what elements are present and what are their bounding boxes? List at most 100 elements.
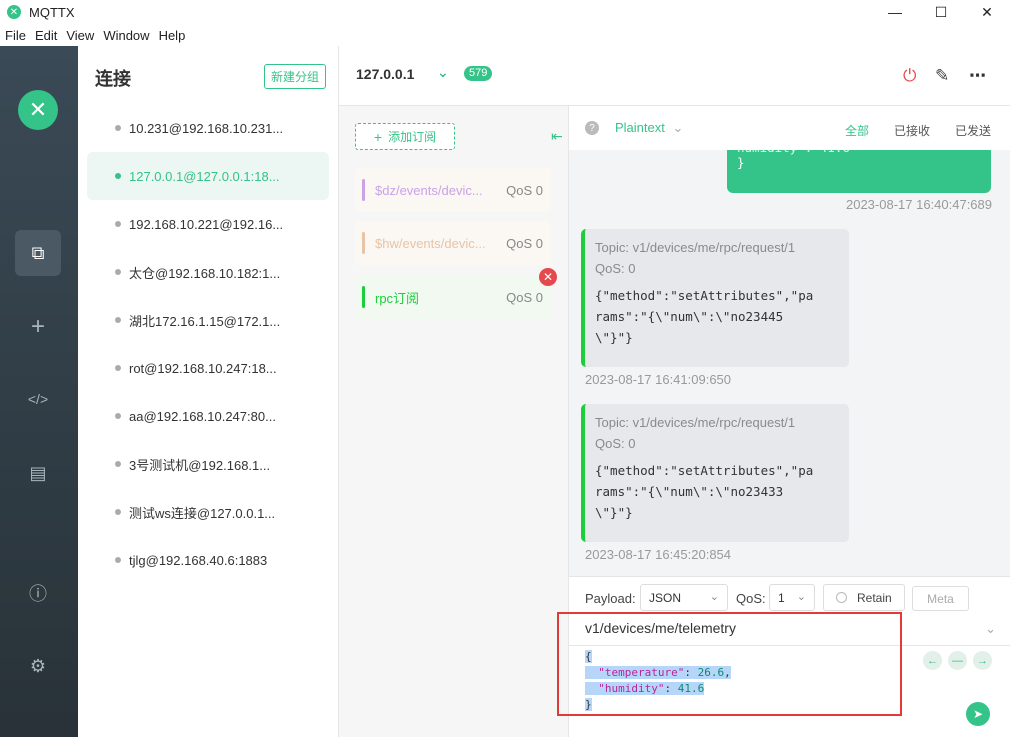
connection-header: 127.0.0.1 ⌄ 579 ⏻ ✎ ⋯ <box>339 46 1010 106</box>
chevron-down-icon[interactable]: ⌄ <box>985 621 996 637</box>
subscription-color-bar <box>362 179 365 201</box>
connection-item[interactable]: 太仓@192.168.10.182:1... <box>87 248 329 296</box>
subscription-topic: $dz/events/devic... <box>375 182 483 198</box>
gear-icon[interactable]: ⚙ <box>15 643 61 689</box>
qos-value: 1 <box>778 590 785 605</box>
payload-type-value: JSON <box>649 590 682 605</box>
subscription-topic: rpc订阅 <box>375 290 420 306</box>
message-payload: {"method":"setAttributes","pa rams":"{\"… <box>595 463 814 520</box>
subscription-item[interactable]: $hw/events/devic... QoS 0 <box>355 221 551 265</box>
disconnect-icon[interactable]: ⏻ <box>903 66 916 86</box>
tab-received[interactable]: 已接收 <box>894 122 930 139</box>
qos-select[interactable]: 1 ⌄ <box>769 584 815 611</box>
new-group-button[interactable]: 新建分组 <box>264 64 326 89</box>
status-dot <box>115 413 121 419</box>
subscription-qos: QoS 0 <box>506 289 543 305</box>
connection-label: 太仓@192.168.10.182:1... <box>129 265 281 281</box>
connection-item[interactable]: aa@192.168.10.247:80... <box>87 392 329 440</box>
status-dot <box>115 125 121 131</box>
status-dot <box>115 365 121 371</box>
connection-label: 3号测试机@192.168.1... <box>129 457 271 473</box>
tab-all[interactable]: 全部 <box>845 122 869 139</box>
received-message-bubble: Topic: v1/devices/me/rpc/request/1 QoS: … <box>581 229 849 367</box>
connection-label: 127.0.0.1@127.0.0.1:18... <box>129 168 280 184</box>
retain-label: Retain <box>857 590 892 605</box>
retain-checkbox[interactable]: Retain <box>823 584 905 611</box>
connections-panel: 连接 新建分组 10.231@192.168.10.231... 127.0.0… <box>78 46 339 737</box>
history-forward-icon[interactable]: → <box>973 651 992 670</box>
connection-list: 10.231@192.168.10.231... 127.0.0.1@127.0… <box>78 104 338 584</box>
chevron-down-icon: ⌄ <box>672 120 684 135</box>
menu-bar: File Edit View Window Help <box>0 24 1010 46</box>
info-icon[interactable]: ⓘ <box>15 570 61 616</box>
status-dot <box>115 317 121 323</box>
connection-item[interactable]: tjlg@192.168.40.6:1883 <box>87 536 329 584</box>
collapse-panel-icon[interactable]: ⇤ <box>551 128 563 145</box>
menu-file[interactable]: File <box>1 28 30 43</box>
help-icon[interactable]: ? <box>585 121 599 135</box>
message-toolbar: ? Plaintext ⌄ 全部 已接收 已发送 <box>569 106 1010 150</box>
status-dot <box>115 557 121 563</box>
add-subscription-label: 添加订阅 <box>388 130 437 144</box>
received-message-bubble: Topic: v1/devices/me/rpc/request/1 QoS: … <box>581 404 849 542</box>
close-icon[interactable]: ✕ <box>964 0 1010 24</box>
connection-item[interactable]: 测试ws连接@127.0.0.1... <box>87 488 329 536</box>
plus-icon[interactable]: + <box>15 304 61 350</box>
left-nav: ✕ ⧉ + </> ▤ ⓘ ⚙ <box>0 46 78 737</box>
subscription-color-bar <box>362 232 365 254</box>
code-key: "temperature" <box>598 666 685 679</box>
connection-label: 测试ws连接@127.0.0.1... <box>129 505 276 521</box>
title-bar: ✕ MQTTX — ☐ ✕ <box>0 0 1010 24</box>
add-subscription-button[interactable]: + 添加订阅 <box>355 123 455 150</box>
message-topic: Topic: v1/devices/me/rpc/request/1 <box>595 415 796 430</box>
status-dot <box>115 461 121 467</box>
menu-view[interactable]: View <box>62 28 98 43</box>
remove-subscription-icon[interactable]: ✕ <box>539 268 557 286</box>
history-nav: ← — → <box>923 651 998 670</box>
payload-label: Payload: <box>585 591 636 606</box>
connection-item[interactable]: 3号测试机@192.168.1... <box>87 440 329 488</box>
status-dot <box>115 173 121 179</box>
connection-item[interactable]: 湖北172.16.1.15@172.1... <box>87 296 329 344</box>
code-brace: { <box>585 650 592 663</box>
divider <box>569 645 1010 646</box>
connection-item[interactable]: 10.231@192.168.10.231... <box>87 104 329 152</box>
edit-icon[interactable]: ✎ <box>935 66 949 86</box>
message-topic: Topic: v1/devices/me/rpc/request/1 <box>595 240 796 255</box>
menu-help[interactable]: Help <box>155 28 190 43</box>
payload-editor[interactable]: { "temperature": 26.6, "humidity": 41.6 … <box>585 649 731 713</box>
subscription-color-bar <box>362 286 365 308</box>
connection-item[interactable]: rot@192.168.10.247:18... <box>87 344 329 392</box>
code-icon[interactable]: </> <box>15 376 61 422</box>
send-icon[interactable]: ➤ <box>966 702 990 726</box>
payload-type-select[interactable]: JSON ⌄ <box>640 584 728 611</box>
connection-item[interactable]: 192.168.10.221@192.16... <box>87 200 329 248</box>
subscription-item-active[interactable]: rpc订阅 QoS 0 <box>355 275 551 319</box>
message-qos: QoS: 0 <box>595 436 636 451</box>
meta-button[interactable]: Meta <box>912 586 969 611</box>
tab-sent[interactable]: 已发送 <box>955 122 991 139</box>
menu-window[interactable]: Window <box>99 28 153 43</box>
connection-item-active[interactable]: 127.0.0.1@127.0.0.1:18... <box>87 152 329 200</box>
message-payload: {"method":"setAttributes","pa rams":"{\"… <box>595 288 814 345</box>
menu-edit[interactable]: Edit <box>31 28 61 43</box>
subscription-item[interactable]: $dz/events/devic... QoS 0 <box>355 168 551 212</box>
payload-format-select[interactable]: Plaintext ⌄ <box>615 120 683 136</box>
log-icon[interactable]: ▤ <box>15 450 61 496</box>
maximize-icon[interactable]: ☐ <box>918 0 964 24</box>
connections-title: 连接 <box>95 69 131 89</box>
connection-host: 127.0.0.1 <box>356 66 415 82</box>
message-time: 2023-08-17 16:45:20:854 <box>585 547 732 562</box>
connection-label: rot@192.168.10.247:18... <box>129 360 277 376</box>
retain-radio <box>836 592 847 603</box>
message-qos: QoS: 0 <box>595 261 636 276</box>
minimize-icon[interactable]: — <box>872 0 918 24</box>
subscription-qos: QoS 0 <box>506 235 543 251</box>
history-back-icon[interactable]: ← <box>923 651 942 670</box>
more-icon[interactable]: ⋯ <box>969 66 986 86</box>
chevron-down-icon: ⌄ <box>796 591 806 603</box>
history-clear-icon[interactable]: — <box>948 651 967 670</box>
collapse-chevron-icon[interactable]: ⌄ <box>437 64 449 81</box>
publish-topic-input[interactable]: v1/devices/me/telemetry <box>585 620 985 636</box>
connections-icon[interactable]: ⧉ <box>15 230 61 276</box>
